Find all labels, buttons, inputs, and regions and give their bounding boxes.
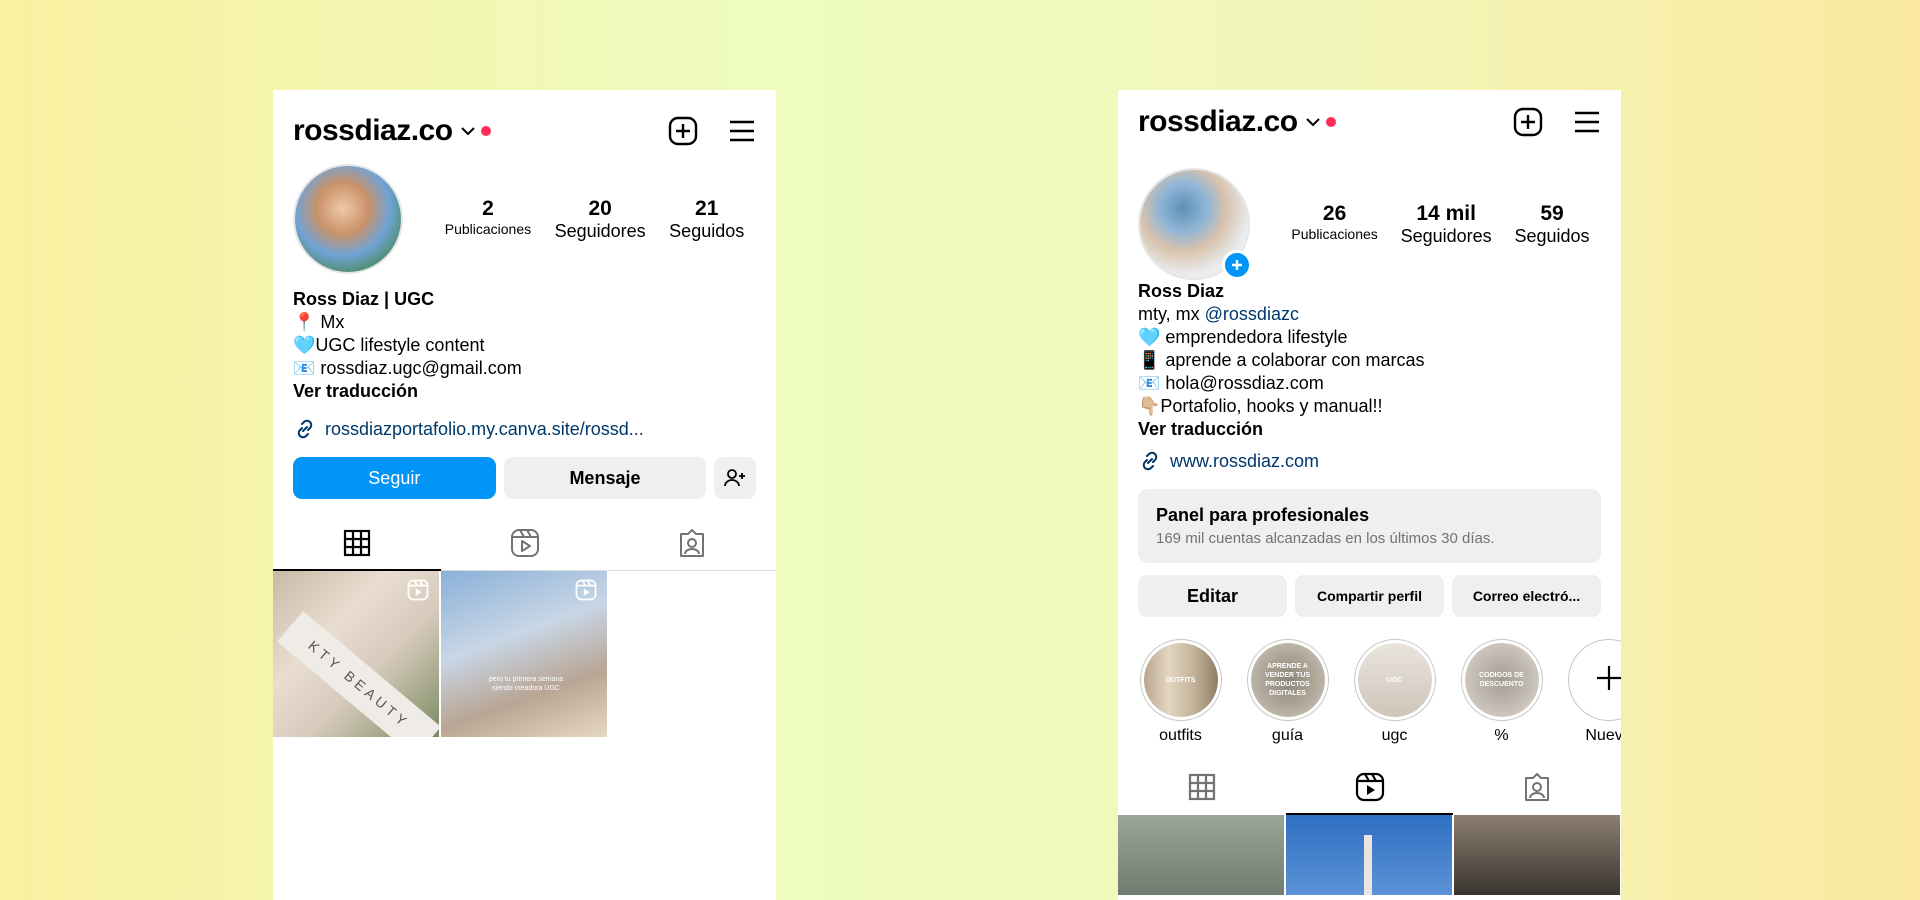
reel-thumbnail[interactable]: KTY BEAUTY bbox=[273, 571, 439, 737]
menu-icon[interactable] bbox=[1573, 110, 1601, 134]
mention-link[interactable]: @rossdiazc bbox=[1205, 304, 1299, 324]
bio-line: 📍 Mx bbox=[293, 312, 345, 332]
tab-posts[interactable] bbox=[1118, 759, 1286, 815]
share-profile-button[interactable]: Compartir perfil bbox=[1295, 575, 1444, 617]
tab-tagged[interactable] bbox=[608, 515, 776, 571]
create-post-icon[interactable] bbox=[1513, 107, 1543, 137]
link-text: rossdiazportafolio.my.canva.site/rossd..… bbox=[325, 418, 644, 439]
plus-icon bbox=[1594, 663, 1622, 698]
tab-posts[interactable] bbox=[273, 515, 441, 571]
reel-thumbnail[interactable] bbox=[1286, 815, 1452, 895]
top-bar: rossdiaz.co bbox=[273, 90, 776, 172]
display-name: Ross Diaz | UGC bbox=[293, 289, 435, 309]
bio: Ross Diaz mty, mx @rossdiazc 🩵 emprended… bbox=[1118, 280, 1621, 441]
top-bar: rossdiaz.co bbox=[1118, 90, 1621, 154]
username: rossdiaz.co bbox=[1138, 105, 1298, 138]
professional-dashboard[interactable]: Panel para profesionales 169 mil cuentas… bbox=[1138, 489, 1601, 563]
posts-count[interactable]: 2 Publicaciones bbox=[445, 197, 531, 242]
bio-line: 🩵 emprendedora lifestyle bbox=[1138, 327, 1348, 347]
see-translation-link[interactable]: Ver traducción bbox=[1138, 418, 1601, 441]
see-translation-link[interactable]: Ver traducción bbox=[293, 380, 756, 403]
grid-icon bbox=[1188, 773, 1216, 801]
new-highlight-button[interactable]: Nueva bbox=[1566, 639, 1621, 745]
avatar[interactable] bbox=[293, 164, 403, 274]
notification-dot bbox=[480, 126, 491, 136]
profile-screen-left: rossdiaz.co 2 Publicaciones 20 Seguidore… bbox=[273, 90, 776, 900]
link-icon bbox=[1138, 449, 1162, 473]
add-story-icon[interactable] bbox=[1222, 250, 1252, 280]
avatar[interactable] bbox=[1138, 168, 1252, 280]
tagged-icon bbox=[1522, 772, 1552, 802]
display-name: Ross Diaz bbox=[1138, 281, 1225, 301]
tower-shape bbox=[1364, 835, 1372, 895]
account-switcher[interactable]: rossdiaz.co bbox=[1138, 105, 1336, 139]
reel-thumbnail[interactable] bbox=[1454, 815, 1620, 895]
dashboard-title: Panel para profesionales bbox=[1156, 505, 1370, 525]
create-post-icon[interactable] bbox=[668, 116, 698, 146]
reel-thumbnail[interactable]: pero tu primera semana siendo creadora U… bbox=[441, 571, 607, 737]
thumbnail-text: pero tu primera semana siendo creadora U… bbox=[488, 676, 564, 692]
bio-line: 📱 aprende a colaborar con marcas bbox=[1138, 350, 1425, 370]
bio-line: 👇🏼Portafolio, hooks y manual!! bbox=[1138, 396, 1383, 416]
external-link[interactable]: rossdiazportafolio.my.canva.site/rossd..… bbox=[273, 417, 776, 441]
thumbnail-text: KTY BEAUTY bbox=[277, 611, 439, 737]
add-person-icon bbox=[724, 468, 746, 488]
grid-icon bbox=[343, 529, 371, 557]
dashboard-subtitle: 169 mil cuentas alcanzadas en los último… bbox=[1156, 530, 1495, 547]
bio-line: 📧 rossdiaz.ugc@gmail.com bbox=[293, 358, 522, 378]
reel-badge-icon bbox=[407, 579, 429, 606]
bio-line: mty, mx @rossdiazc bbox=[1138, 304, 1299, 324]
following-count[interactable]: 59 Seguidos bbox=[1515, 202, 1590, 247]
username: rossdiaz.co bbox=[293, 114, 453, 147]
tab-tagged[interactable] bbox=[1453, 759, 1621, 815]
chevron-down-icon bbox=[1305, 115, 1320, 129]
tagged-icon bbox=[677, 528, 707, 558]
follow-button[interactable]: Seguir bbox=[293, 457, 496, 499]
following-count[interactable]: 21 Seguidos bbox=[669, 197, 744, 242]
highlight-descuentos[interactable]: CODIGOS DE DESCUENTO % bbox=[1459, 639, 1544, 745]
message-button[interactable]: Mensaje bbox=[503, 457, 707, 499]
story-highlights: OUTFITS outfits APRENDE A VENDER TUS PRO… bbox=[1118, 639, 1621, 745]
highlight-ugc[interactable]: UGC ugc bbox=[1352, 639, 1437, 745]
reel-badge-icon bbox=[575, 579, 597, 606]
account-switcher[interactable]: rossdiaz.co bbox=[293, 114, 491, 148]
reels-icon bbox=[510, 528, 540, 558]
external-link[interactable]: www.rossdiaz.com bbox=[1118, 449, 1621, 473]
edit-profile-button[interactable]: Editar bbox=[1138, 575, 1287, 617]
tab-reels[interactable] bbox=[1285, 759, 1454, 815]
followers-count[interactable]: 20 Seguidores bbox=[555, 197, 646, 242]
highlight-outfits[interactable]: OUTFITS outfits bbox=[1138, 639, 1223, 745]
chevron-down-icon bbox=[460, 124, 475, 138]
suggested-people-button[interactable] bbox=[714, 457, 756, 499]
link-icon bbox=[293, 417, 317, 441]
posts-count[interactable]: 26 Publicaciones bbox=[1291, 202, 1377, 247]
reel-thumbnail[interactable] bbox=[1118, 815, 1284, 895]
menu-icon[interactable] bbox=[728, 119, 756, 143]
notification-dot bbox=[1325, 117, 1336, 127]
reels-icon bbox=[1355, 772, 1385, 802]
link-text: www.rossdiaz.com bbox=[1170, 450, 1320, 471]
tab-reels[interactable] bbox=[441, 515, 609, 571]
email-button[interactable]: Correo electró... bbox=[1452, 575, 1601, 617]
profile-screen-right: rossdiaz.co 26 Publicaciones 14 mil Segu… bbox=[1118, 90, 1621, 900]
bio-line: 📧 hola@rossdiaz.com bbox=[1138, 373, 1324, 393]
followers-count[interactable]: 14 mil Seguidores bbox=[1401, 202, 1492, 247]
bio: Ross Diaz | UGC 📍 Mx 🩵UGC lifestyle cont… bbox=[273, 288, 776, 403]
bio-line: 🩵UGC lifestyle content bbox=[293, 335, 485, 355]
highlight-guia[interactable]: APRENDE A VENDER TUS PRODUCTOS DIGITALES… bbox=[1245, 639, 1330, 745]
